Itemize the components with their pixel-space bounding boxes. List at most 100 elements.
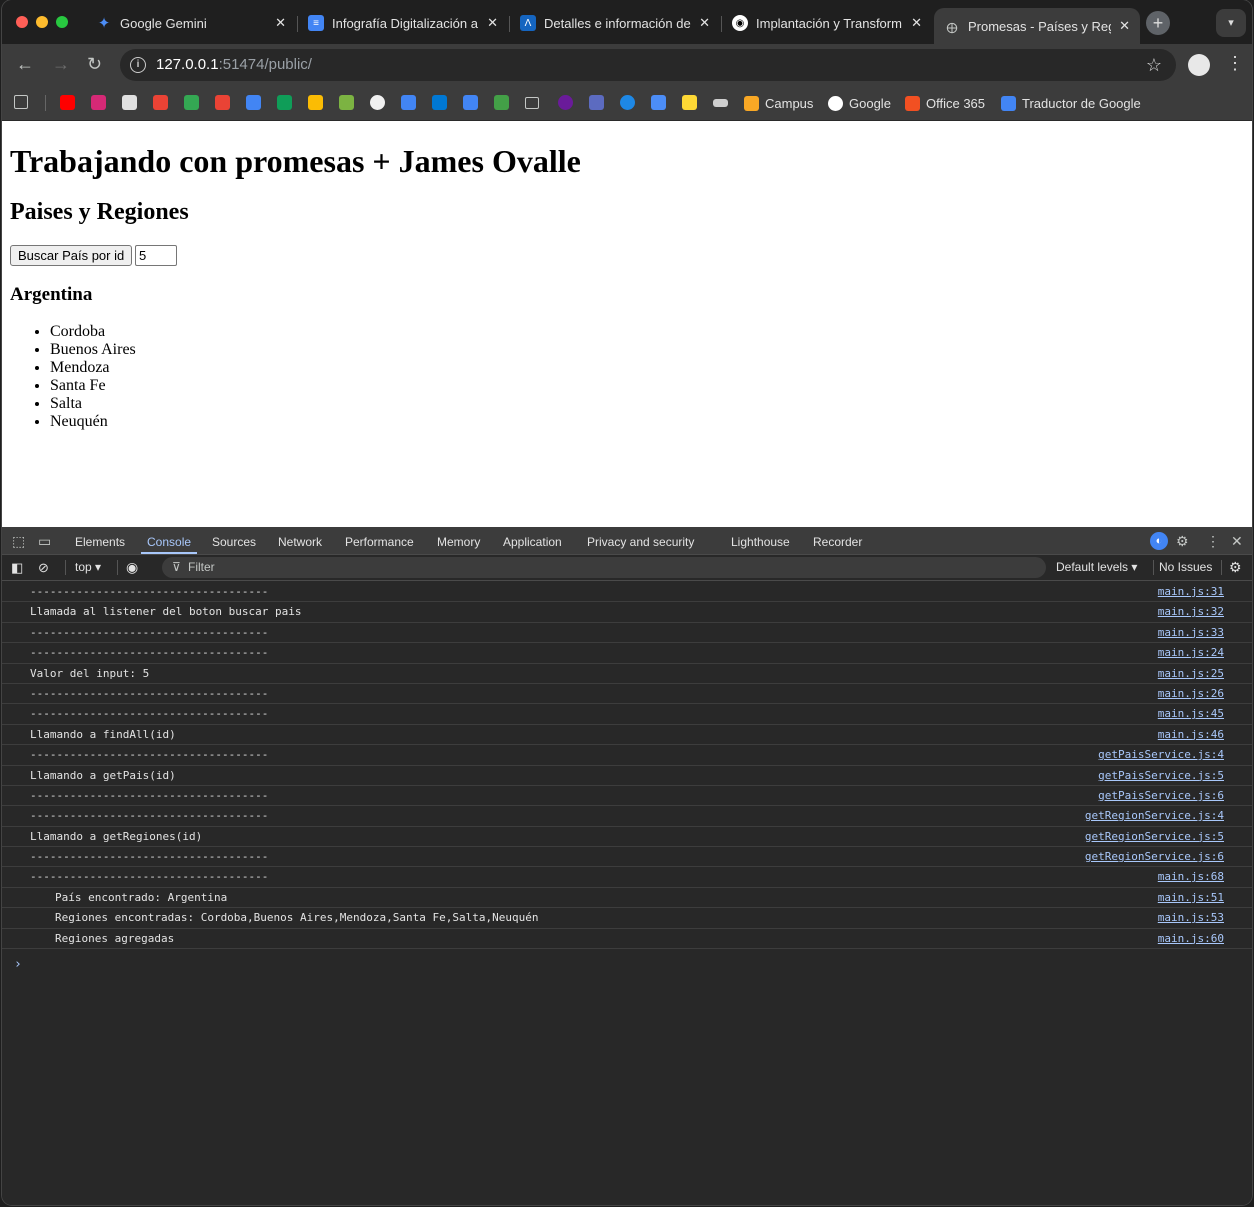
tab-memory[interactable]: Memory (437, 527, 480, 554)
close-icon[interactable]: ✕ (275, 15, 286, 31)
bookmark-traductor[interactable]: Traductor de Google (1001, 93, 1141, 113)
console-message-text: Llamada al listener del boton buscar pai… (30, 605, 302, 619)
gmail-icon[interactable] (215, 95, 230, 110)
more-options-icon[interactable]: ⋮ (1206, 533, 1220, 550)
console-prompt[interactable]: › (14, 957, 22, 972)
translate-icon[interactable] (401, 95, 416, 110)
source-link[interactable]: getRegionService.js:5 (1085, 830, 1224, 843)
source-link[interactable]: main.js:45 (1158, 707, 1224, 720)
close-icon[interactable]: ✕ (1119, 18, 1130, 34)
drive-icon[interactable] (308, 95, 323, 110)
bookmark-icon[interactable] (682, 95, 697, 110)
tab-infografia[interactable]: ≡ Infografía Digitalización a ✕ (298, 8, 508, 38)
bookmark-icon[interactable] (122, 95, 137, 110)
source-link[interactable]: main.js:32 (1158, 605, 1224, 618)
console-message: ------------------------------------ getP… (2, 745, 1252, 766)
tab-sources[interactable]: Sources (212, 527, 256, 554)
clear-console-icon[interactable]: ⊘ (38, 555, 49, 580)
source-link[interactable]: main.js:25 (1158, 667, 1224, 680)
tab-google-gemini[interactable]: ✦ Google Gemini ✕ (86, 8, 296, 38)
instagram-icon[interactable] (91, 95, 106, 110)
source-link[interactable]: main.js:68 (1158, 870, 1224, 883)
eye-icon[interactable]: ◉ (126, 555, 138, 580)
country-id-input[interactable] (135, 245, 177, 266)
tab-detalles[interactable]: Λ Detalles e información de ✕ (510, 8, 720, 38)
tab-search-button[interactable]: ▾ (1216, 9, 1246, 37)
address-bar[interactable]: i 127.0.0.1:51474/public/ ☆ (120, 49, 1176, 81)
chat-icon[interactable] (184, 95, 199, 110)
bookmark-office-365[interactable]: Office 365 (905, 93, 985, 113)
tab-network[interactable]: Network (278, 527, 322, 554)
ai-assistance-icon[interactable]: ◐ (1150, 532, 1168, 550)
source-link[interactable]: main.js:24 (1158, 646, 1224, 659)
filter-input[interactable]: ⊽ Filter (162, 557, 1046, 578)
inspect-icon[interactable]: ⬚ (12, 533, 25, 550)
source-link[interactable]: getRegionService.js:6 (1085, 850, 1224, 863)
sidebar-toggle-icon[interactable]: ◧ (11, 555, 23, 580)
bookmark-icon[interactable] (558, 95, 573, 110)
source-link[interactable]: getPaisService.js:6 (1098, 789, 1224, 802)
profile-avatar[interactable] (1188, 54, 1210, 76)
gemini-icon[interactable] (651, 95, 666, 110)
close-window-button[interactable] (16, 16, 28, 28)
bookmark-star-icon[interactable]: ☆ (1146, 49, 1162, 81)
forward-arrow-icon[interactable]: → (52, 54, 70, 75)
tab-console[interactable]: Console (140, 527, 198, 554)
tab-lighthouse[interactable]: Lighthouse (731, 527, 790, 554)
log-levels-dropdown[interactable]: Default levels ▾ (1056, 555, 1137, 580)
issues-counter[interactable]: No Issues (1159, 555, 1212, 580)
site-info-icon[interactable]: i (130, 57, 146, 73)
console-message-text: Llamando a findAll(id) (30, 727, 176, 741)
tab-implantacion[interactable]: ◉ Implantación y Transform ✕ (722, 8, 932, 38)
source-link[interactable]: main.js:46 (1158, 728, 1224, 741)
source-link[interactable]: main.js:51 (1158, 891, 1224, 904)
menu-kebab-icon[interactable]: ⋮ (1226, 53, 1244, 74)
gear-icon[interactable]: ⚙ (1176, 533, 1189, 550)
tab-elements[interactable]: Elements (75, 527, 125, 554)
context-selector[interactable]: top ▾ (75, 555, 101, 580)
tab-promesas[interactable]: 🜨 Promesas - Países y Regi ✕ (934, 8, 1140, 44)
bookmark-icon[interactable] (589, 95, 604, 110)
outlook-icon[interactable] (432, 95, 447, 110)
url-text[interactable]: 127.0.0.1:51474/public/ (156, 49, 312, 81)
source-link[interactable]: main.js:53 (1158, 911, 1224, 924)
source-link[interactable]: main.js:60 (1158, 932, 1224, 945)
docs-icon[interactable] (246, 95, 261, 110)
close-icon[interactable]: ✕ (487, 15, 498, 31)
apps-grid-icon[interactable] (14, 95, 28, 109)
bookmark-icon[interactable] (494, 95, 509, 110)
bookmark-icon[interactable] (620, 95, 635, 110)
source-link[interactable]: main.js:33 (1158, 626, 1224, 639)
close-icon[interactable]: ✕ (699, 15, 710, 31)
new-tab-button[interactable]: + (1146, 11, 1170, 35)
source-link[interactable]: main.js:26 (1158, 687, 1224, 700)
device-toolbar-icon[interactable]: ▭ (38, 533, 51, 550)
tab-performance[interactable]: Performance (345, 527, 414, 554)
reload-icon[interactable]: ↻ (87, 54, 102, 75)
sheets-icon[interactable] (277, 95, 292, 110)
bookmark-google[interactable]: Google (828, 93, 891, 113)
forms-icon[interactable] (463, 95, 478, 110)
search-country-button[interactable]: Buscar País por id (10, 245, 133, 266)
folder-icon[interactable] (525, 97, 539, 109)
maximize-window-button[interactable] (56, 16, 68, 28)
bookmark-icon[interactable] (153, 95, 168, 110)
close-icon[interactable]: ✕ (1231, 533, 1243, 550)
back-arrow-icon[interactable]: ← (16, 54, 34, 75)
source-link[interactable]: getPaisService.js:5 (1098, 769, 1224, 782)
bookmark-icon[interactable] (713, 99, 728, 107)
check-icon[interactable] (339, 95, 354, 110)
tab-privacy-security[interactable]: Privacy and security (587, 527, 694, 554)
youtube-icon[interactable] (60, 95, 75, 110)
minimize-window-button[interactable] (36, 16, 48, 28)
close-icon[interactable]: ✕ (911, 15, 922, 31)
console-settings-icon[interactable]: ⚙ (1229, 555, 1242, 580)
tab-application[interactable]: Application (503, 527, 562, 554)
source-link[interactable]: getRegionService.js:4 (1085, 809, 1224, 822)
github-icon[interactable] (370, 95, 385, 110)
source-link[interactable]: main.js:31 (1158, 585, 1224, 598)
console-message: ------------------------------------ main… (2, 684, 1252, 705)
tab-recorder[interactable]: Recorder (813, 527, 862, 554)
bookmark-campus[interactable]: Campus (744, 93, 813, 113)
source-link[interactable]: getPaisService.js:4 (1098, 748, 1224, 761)
